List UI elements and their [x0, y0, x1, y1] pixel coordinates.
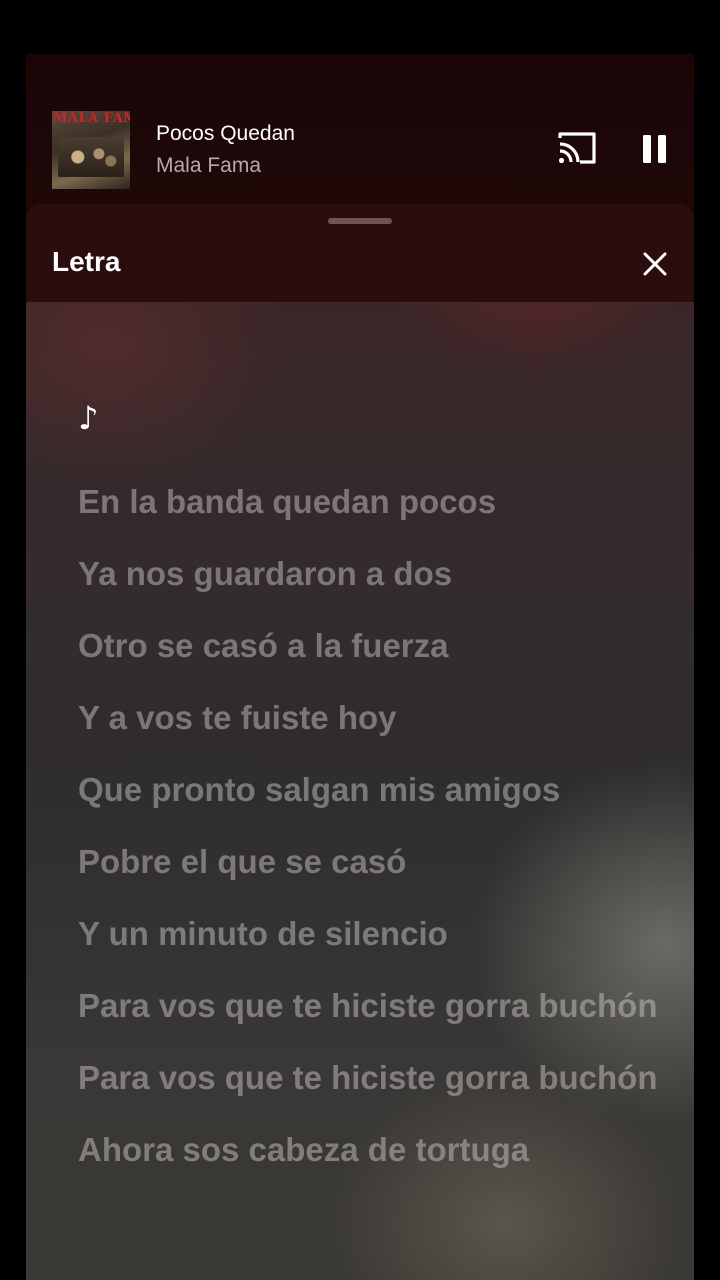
track-artist: Mala Fama — [156, 154, 262, 177]
app-frame: MALA FAMA Pocos Quedan Mala Fama — [26, 54, 694, 1280]
pause-icon — [643, 135, 666, 163]
lyrics-sheet-header: Letra — [26, 204, 694, 303]
album-art-scene — [58, 137, 124, 177]
lyric-line[interactable]: En la banda quedan pocos — [78, 479, 658, 524]
drag-handle[interactable] — [328, 218, 392, 224]
lyric-line[interactable]: Pobre el que se casó — [78, 839, 658, 884]
lyric-line[interactable]: Para vos que te hiciste gorra buchón — [78, 1055, 658, 1100]
lyric-line[interactable]: Que pronto salgan mis amigos — [78, 767, 658, 812]
mini-player[interactable]: MALA FAMA Pocos Quedan Mala Fama — [26, 54, 694, 204]
lyrics-list: ♪ En la banda quedan pocos Ya nos guarda… — [78, 402, 658, 1172]
lyrics-title: Letra — [52, 246, 121, 277]
lyric-line[interactable]: Ahora sos cabeza de tortuga — [78, 1127, 658, 1172]
pause-button[interactable] — [638, 132, 672, 166]
lyric-line[interactable]: Otro se casó a la fuerza — [78, 623, 658, 668]
track-title: Pocos Quedan — [156, 122, 295, 145]
music-note-icon: ♪ — [78, 399, 99, 437]
lyric-line[interactable]: Para vos que te hiciste gorra buchón — [78, 983, 658, 1028]
lyrics-sheet: Letra ♪ En la banda quedan pocos Ya nos … — [26, 204, 694, 1280]
close-icon — [643, 252, 667, 276]
album-art: MALA FAMA — [52, 111, 130, 189]
close-button[interactable] — [640, 249, 670, 279]
lyric-line[interactable]: Ya nos guardaron a dos — [78, 551, 658, 596]
cast-button[interactable] — [556, 130, 598, 166]
lyric-line[interactable]: Y un minuto de silencio — [78, 911, 658, 956]
album-art-title: MALA FAMA — [53, 111, 130, 126]
lyric-line[interactable]: Y a vos te fuiste hoy — [78, 695, 658, 740]
screen: MALA FAMA Pocos Quedan Mala Fama — [0, 0, 720, 1280]
cast-icon — [558, 132, 596, 164]
